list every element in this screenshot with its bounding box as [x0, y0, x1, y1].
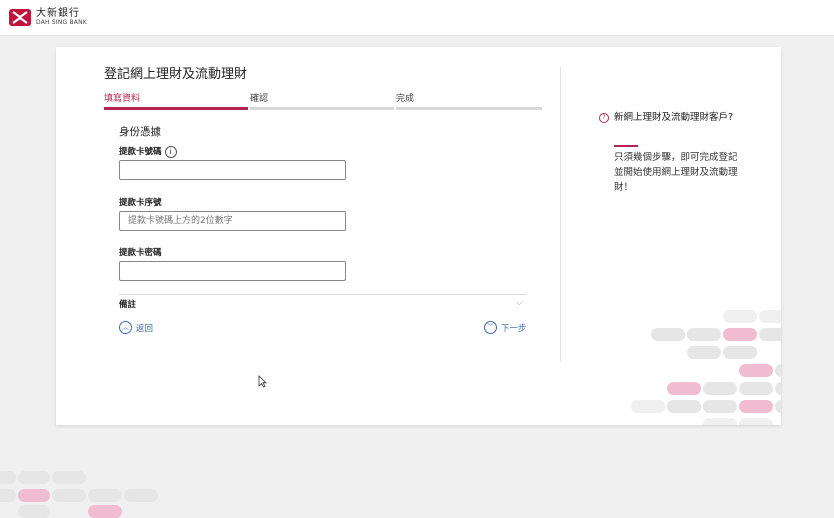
registration-card: 登記網上理財及流動理財 填寫資料 確認 完成 身份憑據 提款卡號碼 i 提款卡序號…	[56, 47, 781, 425]
sidebar-description: 只須幾個步驟，即可完成登記並開始使用網上理財及流動理財！	[614, 152, 738, 193]
back-button[interactable]: ︿ 返回	[119, 321, 153, 334]
chevron-down-icon[interactable]: ⌵	[516, 298, 523, 308]
step-complete: 完成	[396, 94, 415, 104]
next-button[interactable]: ﹀ 下一步	[484, 321, 527, 334]
step-fill-in: 填寫資料	[104, 94, 141, 104]
remarks-toggle[interactable]: 備註	[119, 298, 136, 310]
chevron-down-circle-icon: ﹀	[484, 321, 497, 334]
sidebar-title: 新網上理財及流動理財客戶?	[614, 112, 734, 123]
step-confirm-bar	[250, 107, 394, 110]
card-serial-input[interactable]	[119, 211, 346, 231]
progress-steps: 填寫資料 確認 完成	[104, 91, 542, 111]
bank-logo[interactable]: 大新銀行 DAH SING BANK	[9, 9, 87, 26]
sidebar-accent-line	[614, 145, 638, 147]
card-number-label: 提款卡號碼 i	[119, 145, 177, 158]
card-pin-label: 提款卡密碼	[119, 248, 162, 258]
step-fill-in-bar	[104, 107, 248, 110]
next-label: 下一步	[501, 323, 527, 334]
question-icon: ?	[599, 113, 609, 123]
dah-sing-logo-icon	[9, 9, 31, 26]
bank-name-en: DAH SING BANK	[36, 19, 87, 26]
page-title: 登記網上理財及流動理財	[104, 67, 248, 82]
column-divider	[560, 67, 561, 362]
card-number-input[interactable]	[119, 160, 346, 180]
divider	[119, 294, 527, 295]
card-pin-input[interactable]	[119, 261, 346, 281]
step-complete-bar	[396, 107, 542, 110]
chevron-up-circle-icon: ︿	[119, 321, 132, 334]
info-icon[interactable]: i	[164, 145, 177, 158]
card-serial-label: 提款卡序號	[119, 198, 162, 208]
bank-name-zh: 大新銀行	[36, 8, 80, 19]
section-title: 身份憑據	[119, 126, 161, 138]
mouse-cursor-icon	[258, 373, 267, 392]
step-confirm: 確認	[250, 94, 269, 104]
top-bar: 大新銀行 DAH SING BANK	[0, 0, 834, 36]
back-label: 返回	[136, 323, 154, 334]
